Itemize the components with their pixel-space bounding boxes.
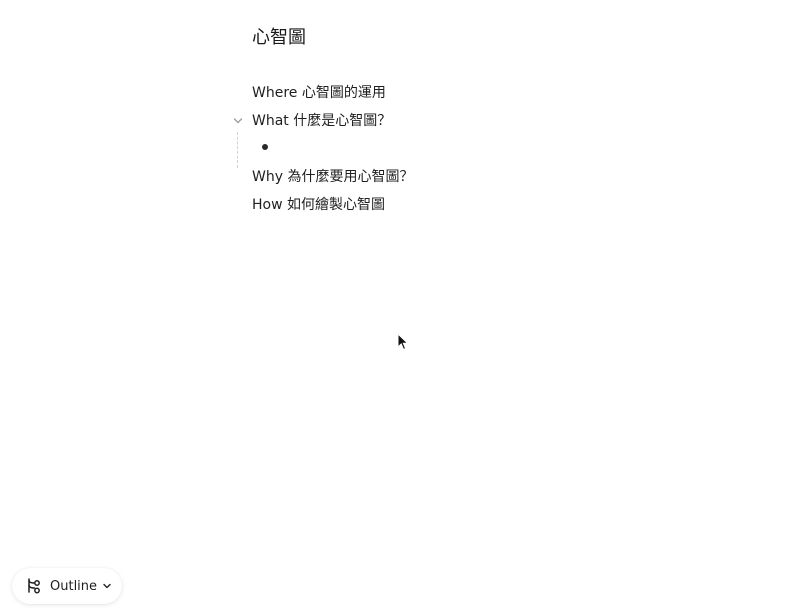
view-switcher-button[interactable]: Outline <box>12 568 122 604</box>
outline-node-label[interactable]: Where 心智圖的運用 <box>252 82 413 104</box>
indent-guide-line <box>237 132 238 168</box>
outline-node-label[interactable]: What 什麼是心智圖？ <box>252 110 413 132</box>
chevron-down-icon <box>102 581 112 591</box>
collapse-toggle[interactable] <box>230 112 246 130</box>
page-title[interactable]: 心智圖 <box>252 26 306 50</box>
outline-list: Where 心智圖的運用 What 什麼是心智圖？ Why 為什麼要用心智圖？ … <box>233 82 413 222</box>
outline-node-why: Why 為什麼要用心智圖？ <box>252 166 413 194</box>
outline-node-label[interactable]: How 如何繪製心智圖 <box>252 194 413 216</box>
mouse-pointer-icon <box>397 333 409 351</box>
view-switcher-label: Outline <box>50 578 98 594</box>
outline-node-how: How 如何繪製心智圖 <box>252 194 413 222</box>
empty-child-node[interactable] <box>278 138 478 158</box>
outline-children-what <box>237 132 413 168</box>
outline-node-where: Where 心智圖的運用 <box>252 82 413 110</box>
outline-node-what: What 什麼是心智圖？ <box>233 110 413 138</box>
bullet-point[interactable] <box>262 144 268 150</box>
chevron-down-icon <box>233 118 243 124</box>
outline-node-label[interactable]: Why 為什麼要用心智圖？ <box>252 166 413 188</box>
outline-tree-icon <box>24 577 42 595</box>
